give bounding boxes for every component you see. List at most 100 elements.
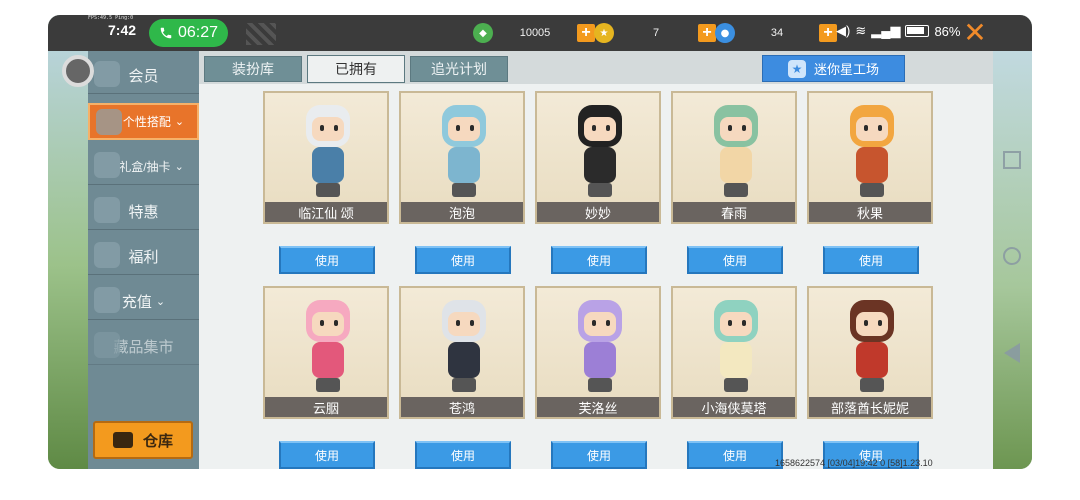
build-info: 1658622574 [03/04]19:42 0 [58]1.23.10 <box>775 458 933 468</box>
character-portrait <box>434 103 494 198</box>
character-portrait <box>842 103 902 198</box>
character-portrait <box>570 298 630 393</box>
sidebar-item-label: 藏品集市 <box>113 338 174 356</box>
gift-icon <box>94 242 120 268</box>
blue-value: 34 <box>770 27 784 39</box>
recent-apps-icon[interactable] <box>1003 151 1021 169</box>
vip-icon <box>94 61 120 87</box>
skin-name: 泡泡 <box>401 202 523 222</box>
home-icon[interactable] <box>1003 247 1021 265</box>
star-icon: ★ <box>787 59 806 78</box>
mini-workshop-button[interactable]: ★ 迷你星工场 <box>762 55 905 82</box>
character-portrait <box>842 298 902 393</box>
use-button[interactable]: 使用 <box>551 441 647 469</box>
use-button[interactable]: 使用 <box>687 441 783 469</box>
menu-circle-button[interactable] <box>62 55 94 87</box>
use-button[interactable]: 使用 <box>687 246 783 274</box>
skin-name: 云胭 <box>265 397 387 417</box>
gold-value: 7 <box>652 27 660 39</box>
sidebar-item-label: 福利 <box>128 248 159 266</box>
use-button[interactable]: 使用 <box>415 441 511 469</box>
sidebar-item-outfit[interactable]: 个性搭配 ⌄ <box>88 103 199 140</box>
call-duration: 06:27 <box>177 24 219 41</box>
sidebar-item-recharge[interactable]: 充值 ⌄ <box>88 283 199 320</box>
battery-icon <box>905 25 930 37</box>
skin-name: 部落酋长妮妮 <box>809 397 931 417</box>
system-status: ◀) ≋ ▂▄▆ 86% <box>836 23 960 39</box>
android-navigation <box>994 51 1032 469</box>
skin-card[interactable]: 云胭 <box>263 286 389 419</box>
skin-card[interactable]: 小海侠莫塔 <box>671 286 797 419</box>
phone-icon <box>160 27 172 39</box>
chevron-down-icon: ⌄ <box>155 295 166 308</box>
game-screen: FPS:49.5 Ping:0 7:42 06:27 ◆ 10005 + ★ 7… <box>48 15 1032 469</box>
sidebar-item-label: 特惠 <box>128 203 159 221</box>
workshop-label: 迷你星工场 <box>813 62 879 77</box>
skin-card[interactable]: 泡泡 <box>399 91 525 224</box>
battery-percent: 86% <box>934 23 961 39</box>
character-portrait <box>706 298 766 393</box>
currency-gold: ★ 7 + <box>594 21 716 45</box>
signal-icon: ▂▄▆ <box>871 23 901 38</box>
add-blue-button[interactable]: + <box>819 24 837 42</box>
skin-card[interactable]: 苍鸿 <box>399 286 525 419</box>
sidebar-item-label: 会员 <box>128 67 159 85</box>
warehouse-button[interactable]: 仓库 <box>93 421 193 459</box>
skin-card[interactable]: 部落酋长妮妮 <box>807 286 933 419</box>
clock-small: 7:42 <box>108 22 137 38</box>
character-portrait <box>706 103 766 198</box>
deals-icon <box>94 197 120 223</box>
close-icon[interactable]: ✕ <box>962 19 988 47</box>
currency-blue: ● 34 + <box>715 21 837 45</box>
sidebar-item-deals[interactable]: 特惠 <box>88 193 199 230</box>
use-button[interactable]: 使用 <box>415 246 511 274</box>
skin-name: 妙妙 <box>537 202 659 222</box>
skin-card[interactable]: 妙妙 <box>535 91 661 224</box>
use-button[interactable]: 使用 <box>279 246 375 274</box>
skin-name: 春雨 <box>673 202 795 222</box>
top-status-bar: FPS:49.5 Ping:0 7:42 06:27 ◆ 10005 + ★ 7… <box>48 15 1032 51</box>
character-portrait <box>298 103 358 198</box>
sidebar-item-welfare[interactable]: 福利 <box>88 238 199 275</box>
use-button[interactable]: 使用 <box>823 246 919 274</box>
skin-name: 小海侠莫塔 <box>673 397 795 417</box>
currency-gems: ◆ 10005 + <box>473 21 595 45</box>
skin-name: 秋果 <box>809 202 931 222</box>
giftbox-icon <box>94 152 120 178</box>
tab-dressup-library[interactable]: 装扮库 <box>204 56 302 82</box>
sidebar-item-market[interactable]: 藏品集市 <box>88 328 199 365</box>
sidebar-item-vip[interactable]: 会员 <box>88 57 199 94</box>
sidebar-item-giftbox[interactable]: 礼盒/抽卡 ⌄ <box>88 148 199 185</box>
decorative-stripe <box>246 23 276 45</box>
sidebar-item-label: 充值 <box>121 293 152 311</box>
use-button[interactable]: 使用 <box>551 246 647 274</box>
add-gold-button[interactable]: + <box>698 24 716 42</box>
gems-value: 10005 <box>519 27 551 39</box>
coins-icon <box>94 287 120 313</box>
chevron-down-icon: ⌄ <box>174 160 184 173</box>
sidebar-item-label: 礼盒/抽卡 <box>119 159 171 174</box>
sidebar-item-label: 个性搭配 <box>122 115 171 129</box>
use-button[interactable]: 使用 <box>279 441 375 469</box>
skin-card[interactable]: 临江仙 颂 <box>263 91 389 224</box>
owned-skins-grid: 临江仙 颂 泡泡 妙妙 春雨 秋果 使用 使用 使用 使用 使用 云胭 苍鸿 芙… <box>199 84 993 469</box>
skin-card[interactable]: 芙洛丝 <box>535 286 661 419</box>
add-gems-button[interactable]: + <box>577 24 595 42</box>
tab-light-chaser-plan[interactable]: 追光计划 <box>410 56 508 82</box>
character-portrait <box>570 103 630 198</box>
skin-card[interactable]: 秋果 <box>807 91 933 224</box>
tab-owned[interactable]: 已拥有 <box>307 55 405 83</box>
chevron-down-icon: ⌄ <box>174 116 185 128</box>
skin-name: 苍鸿 <box>401 397 523 417</box>
outfit-icon <box>96 109 122 135</box>
sidebar: 会员 个性搭配 ⌄ 礼盒/抽卡 ⌄ 特惠 福利 充值 ⌄ 藏品集市 <box>88 51 199 469</box>
ongoing-call-pill[interactable]: 06:27 <box>149 19 228 47</box>
character-portrait <box>434 298 494 393</box>
gold-coin-icon: ★ <box>594 23 614 43</box>
back-icon[interactable] <box>1004 343 1020 363</box>
blue-coin-icon: ● <box>715 23 735 43</box>
skin-name: 临江仙 颂 <box>265 202 387 222</box>
skin-name: 芙洛丝 <box>537 397 659 417</box>
wifi-icon: ≋ <box>855 23 867 38</box>
skin-card[interactable]: 春雨 <box>671 91 797 224</box>
